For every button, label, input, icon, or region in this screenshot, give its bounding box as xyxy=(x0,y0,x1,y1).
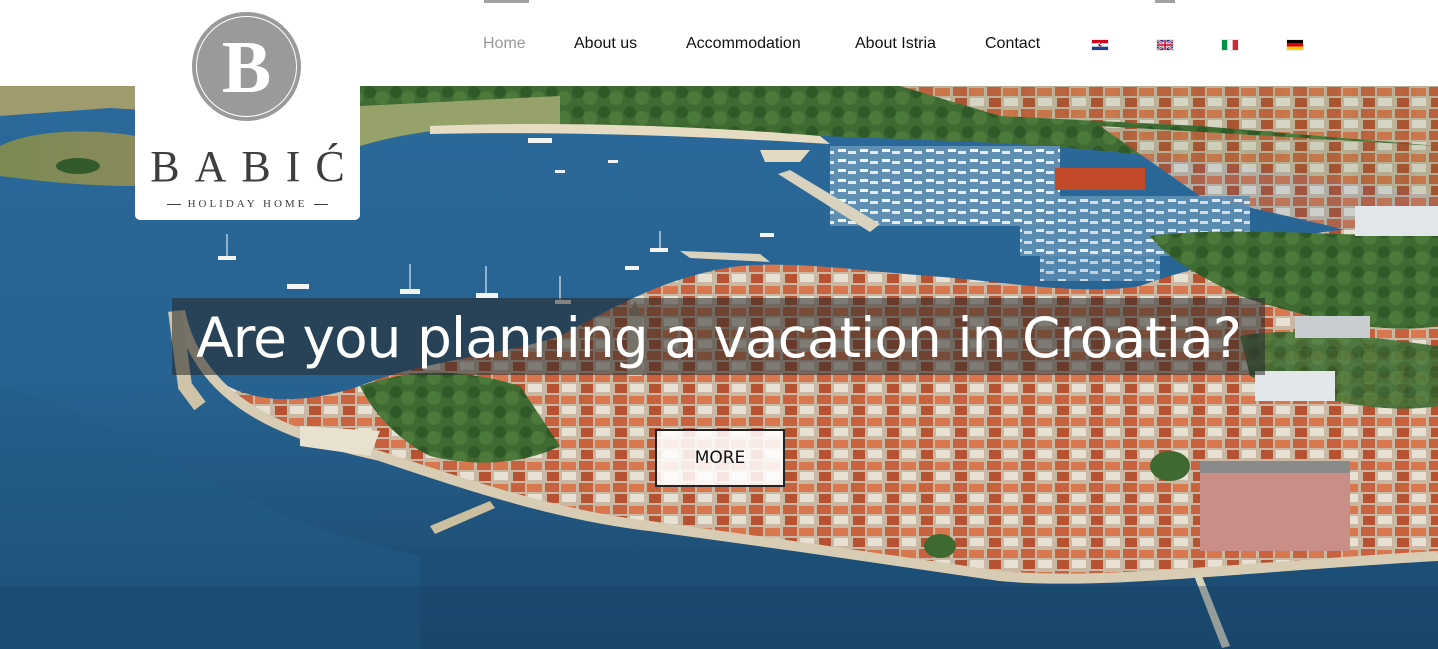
logo-monogram-badge: B xyxy=(192,12,301,121)
logo-name: BABIĆ xyxy=(150,142,360,191)
nav-home[interactable]: Home xyxy=(483,0,526,86)
german-flag-icon[interactable] xyxy=(1287,40,1303,50)
site-logo[interactable]: B BABIĆ HOLIDAY HOME xyxy=(135,0,360,220)
language-indicator xyxy=(1155,0,1175,3)
more-button[interactable]: MORE xyxy=(655,429,785,487)
italian-flag-icon[interactable] xyxy=(1222,40,1238,50)
nav-about-istria[interactable]: About Istria xyxy=(855,0,936,86)
nav-about-us[interactable]: About us xyxy=(574,0,637,86)
nav-accommodation[interactable]: Accommodation xyxy=(686,0,801,86)
logo-monogram: B xyxy=(221,27,272,109)
croatian-flag-icon[interactable] xyxy=(1092,40,1108,50)
headline-band: Are you planning a vacation in Croatia? xyxy=(172,298,1265,375)
nav-contact[interactable]: Contact xyxy=(985,0,1040,86)
hero-headline: Are you planning a vacation in Croatia? xyxy=(196,306,1242,370)
uk-flag-icon[interactable] xyxy=(1157,40,1173,50)
logo-tagline: HOLIDAY HOME xyxy=(135,198,360,210)
